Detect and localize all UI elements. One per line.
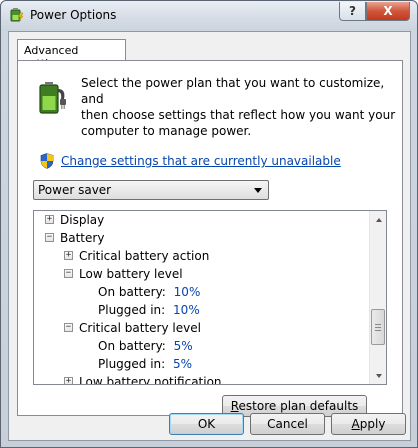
arrow-up-icon <box>375 217 382 222</box>
title-bar[interactable]: Power Options ? X <box>1 1 417 31</box>
expand-icon[interactable]: + <box>64 251 73 260</box>
tree-label-critical-action: Critical battery action <box>79 249 210 263</box>
settings-tree[interactable]: + Display − Battery + Critical battery a… <box>33 210 387 385</box>
tree-label-critical-level: Critical battery level <box>79 321 201 335</box>
tree-item-crit-plugged-in[interactable]: Plugged in: 5% <box>98 355 192 373</box>
uac-shield-icon <box>40 153 54 169</box>
grip-line <box>375 324 381 325</box>
tree-label-low-notification: Low battery notification <box>79 375 222 384</box>
apply-button[interactable]: Apply <box>331 413 406 435</box>
power-plan-dropdown[interactable]: Power saver <box>33 180 269 200</box>
setting-value-link[interactable]: 10% <box>174 285 201 299</box>
ok-button[interactable]: OK <box>169 413 244 435</box>
apply-accelerator: A <box>351 417 360 431</box>
grip-line <box>375 327 381 328</box>
collapse-icon[interactable]: − <box>45 233 54 242</box>
power-options-icon <box>10 8 24 22</box>
intro-line-1: Select the power plan that you want to c… <box>81 76 385 106</box>
setting-label: Plugged in: <box>98 303 166 317</box>
scroll-up-button[interactable] <box>370 211 386 228</box>
setting-value-link[interactable]: 5% <box>173 357 192 371</box>
expand-icon[interactable]: + <box>64 377 73 384</box>
intro-line-3: computer to manage power. <box>81 124 252 138</box>
window-title: Power Options <box>30 8 117 22</box>
tree-item-low-plugged-in[interactable]: Plugged in: 10% <box>98 301 200 319</box>
help-label: ? <box>349 4 356 18</box>
power-plan-value: Power saver <box>38 183 112 197</box>
grip-line <box>375 330 381 331</box>
intro-text: Select the power plan that you want to c… <box>81 75 401 139</box>
settings-tree-content: + Display − Battery + Critical battery a… <box>34 211 369 384</box>
tree-label-battery: Battery <box>60 231 105 245</box>
advanced-settings-panel: Select the power plan that you want to c… <box>17 60 403 417</box>
collapse-icon[interactable]: − <box>64 269 73 278</box>
expand-icon[interactable]: + <box>45 215 54 224</box>
tree-label-low-level: Low battery level <box>79 267 183 281</box>
scrollbar-thumb[interactable] <box>371 309 385 345</box>
apply-label: pply <box>359 417 386 431</box>
tab-advanced-settings[interactable]: Advanced settings <box>17 39 126 70</box>
tree-label-display: Display <box>60 213 105 227</box>
setting-value-link[interactable]: 5% <box>174 339 193 353</box>
battery-plug-icon <box>39 82 66 114</box>
power-options-window: Power Options ? X Advanced settings Sele… <box>0 0 418 448</box>
vertical-scrollbar[interactable] <box>369 211 386 384</box>
arrow-down-icon <box>375 373 382 378</box>
setting-label: On battery: <box>98 285 166 299</box>
restore-accelerator: R <box>230 399 239 413</box>
restore-label: estore plan defaults <box>238 399 359 413</box>
cancel-button[interactable]: Cancel <box>250 413 325 435</box>
change-settings-link[interactable]: Change settings that are currently unava… <box>61 154 341 168</box>
dialog-client-area: Advanced settings Select the power plan … <box>8 31 411 441</box>
chevron-down-icon[interactable] <box>254 188 262 193</box>
intro-line-2: then choose settings that reflect how yo… <box>81 108 396 122</box>
setting-label: On battery: <box>98 339 166 353</box>
setting-label: Plugged in: <box>98 357 166 371</box>
setting-value-link[interactable]: 10% <box>173 303 200 317</box>
scroll-down-button[interactable] <box>370 367 386 384</box>
close-button[interactable]: X <box>366 2 410 21</box>
collapse-icon[interactable]: − <box>64 323 73 332</box>
close-icon: X <box>383 4 393 18</box>
tree-item-low-on-battery[interactable]: On battery: 10% <box>98 283 200 301</box>
help-button[interactable]: ? <box>339 2 366 21</box>
tree-item-crit-on-battery[interactable]: On battery: 5% <box>98 337 193 355</box>
